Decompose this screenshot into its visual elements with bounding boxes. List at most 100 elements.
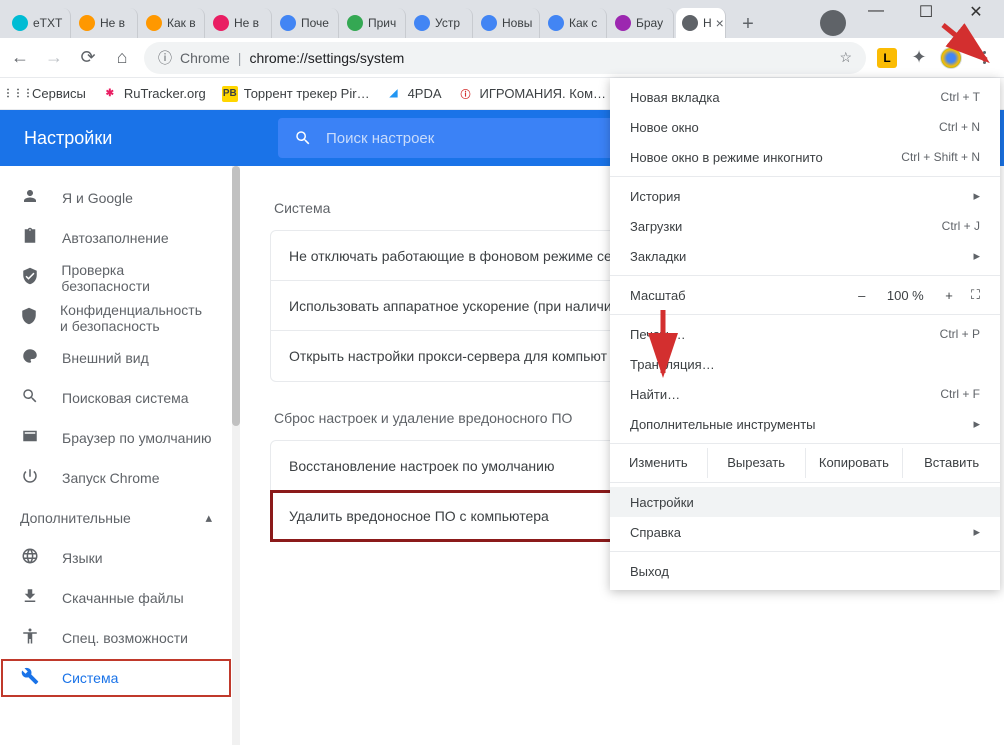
chrome-menu-button[interactable] <box>972 51 996 64</box>
sidebar-item-person[interactable]: Я и Google <box>0 178 232 218</box>
menu-print[interactable]: Печать…Ctrl + P <box>610 319 1000 349</box>
bookmark-label: Сервисы <box>32 86 86 101</box>
menu-cast[interactable]: Трансляция… <box>610 349 1000 379</box>
sidebar-item-palette[interactable]: Внешний вид <box>0 338 232 378</box>
close-window-button[interactable]: ✕ <box>966 2 986 20</box>
browser-tab[interactable]: Поче <box>274 8 339 38</box>
sidebar-scrollbar[interactable] <box>232 166 240 745</box>
home-button[interactable]: ⌂ <box>110 46 134 70</box>
tab-strip: eTXTНе вКак вНе вПочеПричУстрНовыКак сБр… <box>0 0 1004 38</box>
menu-help[interactable]: Справка▸ <box>610 517 1000 547</box>
search-icon <box>294 129 312 147</box>
bookmark-item[interactable]: ⓘИГРОМАНИЯ. Ком… <box>458 86 606 102</box>
menu-copy[interactable]: Копировать <box>806 448 904 478</box>
bookmark-favicon: PB <box>222 86 238 102</box>
browser-tab[interactable]: Прич <box>341 8 406 38</box>
sidebar-item-clipboard[interactable]: Автозаполнение <box>0 218 232 258</box>
menu-cut[interactable]: Вырезать <box>708 448 806 478</box>
browser-tab[interactable]: Брау <box>609 8 674 38</box>
zoom-out-button[interactable]: – <box>858 288 865 303</box>
omnibox-scheme: Chrome <box>180 50 230 66</box>
sidebar-advanced-toggle[interactable]: Дополнительные▴ <box>0 498 232 538</box>
search-icon <box>20 387 40 410</box>
tab-label: Не в <box>234 16 259 30</box>
site-info-icon[interactable]: ⓘ <box>158 48 172 68</box>
tab-overflow-icon[interactable] <box>820 10 846 36</box>
extension-icon-1[interactable]: L <box>876 47 898 69</box>
tab-label: Поче <box>301 16 329 30</box>
download-icon <box>20 587 40 610</box>
browser-tab[interactable]: Не в <box>207 8 272 38</box>
power-icon <box>20 467 40 490</box>
tab-label: Устр <box>435 16 460 30</box>
globe-icon <box>20 547 40 570</box>
new-tab-button[interactable]: + <box>734 10 762 38</box>
profile-avatar[interactable] <box>940 47 962 69</box>
browser-tab[interactable]: eTXT <box>6 8 71 38</box>
settings-sidebar: Я и Google Автозаполнение Проверка безопас… <box>0 166 232 745</box>
shield-check-icon <box>20 267 39 290</box>
bookmark-item[interactable]: ⋮⋮⋮Сервисы <box>10 86 86 102</box>
minimize-button[interactable]: — <box>866 2 886 20</box>
tab-favicon <box>615 15 631 31</box>
settings-title: Настройки <box>0 128 278 149</box>
menu-more-tools[interactable]: Дополнительные инструменты▸ <box>610 409 1000 439</box>
menu-paste[interactable]: Вставить <box>903 448 1000 478</box>
tab-label: Прич <box>368 16 396 30</box>
tab-favicon <box>548 15 564 31</box>
palette-icon <box>20 347 40 370</box>
menu-incognito[interactable]: Новое окно в режиме инкогнитоCtrl + Shif… <box>610 142 1000 172</box>
sidebar-item-label: Конфиденциальность и безопасность <box>60 302 212 334</box>
sidebar-item-label: Поисковая система <box>62 390 189 406</box>
accessibility-icon <box>20 627 40 650</box>
browser-tab[interactable]: Как в <box>140 8 205 38</box>
zoom-in-button[interactable]: + <box>945 288 953 303</box>
bookmark-item[interactable]: PBТоррент трекер Pir… <box>222 86 370 102</box>
browser-tab[interactable]: Устр <box>408 8 473 38</box>
tab-favicon <box>12 15 28 31</box>
sidebar-item-accessibility[interactable]: Спец. возможности <box>0 618 232 658</box>
reload-button[interactable]: ⟳ <box>76 46 100 70</box>
bookmark-label: ИГРОМАНИЯ. Ком… <box>480 86 606 101</box>
menu-bookmarks[interactable]: Закладки▸ <box>610 241 1000 271</box>
omnibox[interactable]: ⓘ Chrome | chrome://settings/system ☆ <box>144 42 866 74</box>
menu-downloads[interactable]: ЗагрузкиCtrl + J <box>610 211 1000 241</box>
tab-close-icon[interactable]: × <box>716 15 724 31</box>
sidebar-item-download[interactable]: Скачанные файлы <box>0 578 232 618</box>
sidebar-item-wrench[interactable]: Система <box>0 658 232 698</box>
sidebar-item-shield-check[interactable]: Проверка безопасности <box>0 258 232 298</box>
menu-exit[interactable]: Выход <box>610 556 1000 586</box>
tab-favicon <box>79 15 95 31</box>
menu-find[interactable]: Найти…Ctrl + F <box>610 379 1000 409</box>
extensions-icon[interactable]: ✦ <box>908 47 930 69</box>
sidebar-item-shield[interactable]: Конфиденциальность и безопасность <box>0 298 232 338</box>
menu-new-tab[interactable]: Новая вкладкаCtrl + T <box>610 82 1000 112</box>
menu-history[interactable]: История▸ <box>610 181 1000 211</box>
tab-label: eTXT <box>33 16 62 30</box>
bookmark-favicon: ✱ <box>102 86 118 102</box>
forward-button[interactable]: → <box>42 46 66 70</box>
fullscreen-button[interactable]: ⛶ <box>971 287 980 303</box>
bookmark-star-icon[interactable]: ☆ <box>839 49 852 66</box>
window-controls: — ☐ ✕ <box>866 0 1004 20</box>
back-button[interactable]: ← <box>8 46 32 70</box>
maximize-button[interactable]: ☐ <box>916 2 936 20</box>
bookmark-item[interactable]: ◢4PDA <box>386 86 442 102</box>
sidebar-item-search[interactable]: Поисковая система <box>0 378 232 418</box>
tab-label: Н <box>703 16 712 30</box>
menu-settings[interactable]: Настройки <box>610 487 1000 517</box>
sidebar-item-label: Скачанные файлы <box>62 590 184 606</box>
sidebar-item-label: Система <box>62 670 118 686</box>
sidebar-item-globe[interactable]: Языки <box>0 538 232 578</box>
sidebar-item-label: Автозаполнение <box>62 230 169 246</box>
browser-tab[interactable]: Новы <box>475 8 540 38</box>
sidebar-item-label: Внешний вид <box>62 350 149 366</box>
bookmark-item[interactable]: ✱RuTracker.org <box>102 86 206 102</box>
sidebar-item-browser[interactable]: Браузер по умолчанию <box>0 418 232 458</box>
menu-new-window[interactable]: Новое окноCtrl + N <box>610 112 1000 142</box>
sidebar-item-power[interactable]: Запуск Chrome <box>0 458 232 498</box>
browser-tab[interactable]: Как с <box>542 8 607 38</box>
browser-tab[interactable]: Н× <box>676 8 726 38</box>
sidebar-item-label: Спец. возможности <box>62 630 188 646</box>
browser-tab[interactable]: Не в <box>73 8 138 38</box>
